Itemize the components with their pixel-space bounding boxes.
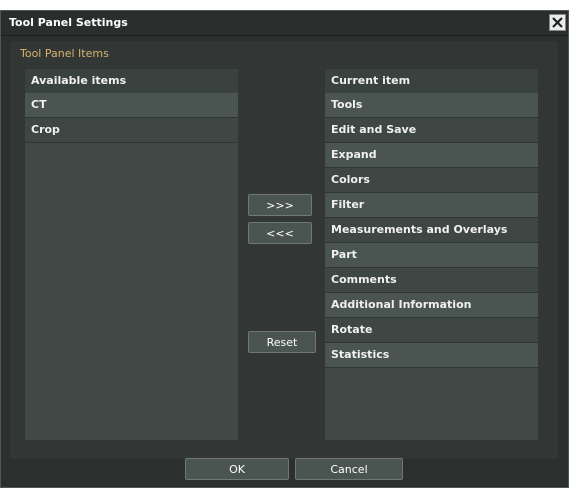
current-item[interactable]: Part [325,243,538,268]
remove-item-button[interactable]: <<< [248,222,312,244]
current-item[interactable]: Colors [325,168,538,193]
cancel-button[interactable]: Cancel [295,458,403,480]
current-item[interactable]: Filter [325,193,538,218]
current-item[interactable]: Rotate [325,318,538,343]
current-items-list[interactable]: Current item Tools Edit and Save Expand … [325,69,538,440]
add-item-button[interactable]: >>> [248,194,312,216]
current-item[interactable]: Expand [325,143,538,168]
current-item[interactable]: Statistics [325,343,538,368]
current-item[interactable]: Additional Information [325,293,538,318]
current-item[interactable]: Tools [325,93,538,118]
available-item[interactable]: Crop [25,118,238,143]
close-button[interactable] [549,14,566,31]
available-items-list[interactable]: Available items CT Crop [25,69,238,440]
reset-button[interactable]: Reset [248,331,316,353]
group-title: Tool Panel Items [20,47,109,60]
available-item[interactable]: CT [25,93,238,118]
available-items-header: Available items [25,69,238,93]
dialog-title: Tool Panel Settings [9,16,128,29]
ok-button[interactable]: OK [185,458,289,480]
current-item[interactable]: Measurements and Overlays [325,218,538,243]
current-items-header: Current item [325,69,538,93]
current-item[interactable]: Edit and Save [325,118,538,143]
current-item[interactable]: Comments [325,268,538,293]
tool-panel-settings-dialog: Tool Panel Settings Tool Panel Items Ava… [0,10,569,488]
close-icon [552,17,563,28]
titlebar: Tool Panel Settings [1,11,568,36]
